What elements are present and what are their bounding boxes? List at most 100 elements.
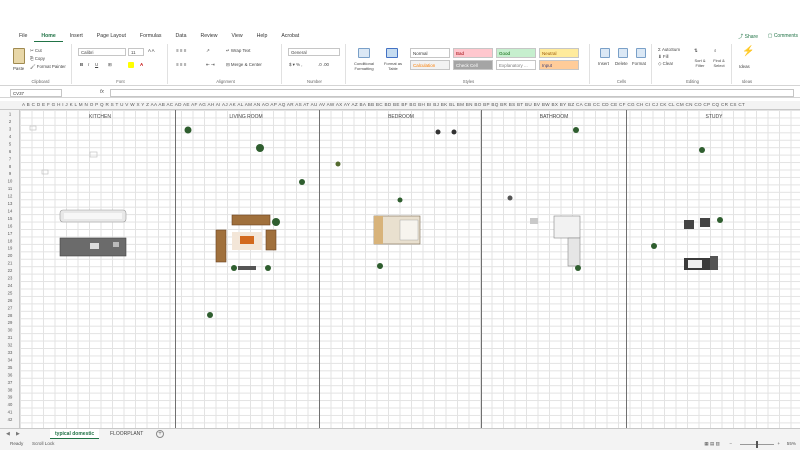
row-number[interactable]: 7 [9,156,12,161]
sort-filter-icon[interactable]: ⇅ [694,48,698,54]
row-number[interactable]: 25 [8,290,13,295]
borders-icon[interactable]: ⊞ [108,62,112,68]
zoom-out-icon[interactable]: − [729,441,732,446]
cell-style-neutral[interactable]: Neutral [539,48,579,58]
row-number[interactable]: 4 [9,134,12,139]
wrap-text-button[interactable]: ↵ Wrap Text [226,48,251,54]
row-number[interactable]: 18 [8,238,13,243]
row-number[interactable]: 9 [9,171,12,176]
tab-help[interactable]: Help [250,30,275,42]
row-number[interactable]: 34 [8,357,13,362]
row-number[interactable]: 30 [8,328,13,333]
kitchen-small-item[interactable] [29,125,98,175]
sort-filter-button[interactable]: Sort & Filter [692,58,708,68]
font-size-select[interactable]: 11 [128,48,144,56]
row-number[interactable]: 33 [8,350,13,355]
font-grow-icon[interactable]: A A [148,48,155,53]
row-number[interactable]: 14 [8,208,13,213]
sheet-next-icon[interactable]: ▶ [16,431,20,437]
align-top-icon[interactable]: ≡ ≡ ≡ [176,48,186,53]
number-format-select[interactable]: General [288,48,340,56]
cell-style-input[interactable]: Input [539,60,579,70]
tab-acrobat[interactable]: Acrobat [274,30,306,42]
align-left-icon[interactable]: ≡ ≡ ≡ [176,62,186,67]
cell-style-good[interactable]: Good [496,48,536,58]
cell-style-normal[interactable]: Normal [410,48,450,58]
row-number[interactable]: 29 [8,320,13,325]
add-sheet-icon[interactable]: + [156,430,164,438]
tab-formulas[interactable]: Formulas [133,30,169,42]
delete-cells-button[interactable]: Delete [615,61,628,66]
italic-icon[interactable]: I [88,62,89,67]
tab-data[interactable]: Data [169,30,194,42]
ideas-icon[interactable]: ⚡ [742,46,754,57]
delete-cells-icon[interactable] [618,48,628,58]
row-number[interactable]: 27 [8,305,13,310]
row-number[interactable]: 23 [8,276,13,281]
row-number[interactable]: 39 [8,395,13,400]
find-select-button[interactable]: Find & Select [710,58,728,68]
autosum-button[interactable]: Σ AutoSum [658,47,680,52]
paste-icon[interactable] [13,48,25,64]
row-number[interactable]: 37 [8,380,13,385]
bathroom-fixtures[interactable] [530,215,581,267]
sheet-prev-icon[interactable]: ◀ [6,431,10,437]
row-number[interactable]: 32 [8,343,13,348]
find-select-icon[interactable]: ⌕ [714,48,716,53]
row-number[interactable]: 10 [8,179,13,184]
row-number[interactable]: 20 [8,253,13,258]
zoom-slider-handle[interactable] [756,441,758,448]
plant-icon[interactable] [651,147,723,249]
column-headers[interactable]: A B C D E F G H I J K L M N O P Q R S T … [0,101,800,110]
sheet-tab-typical-domestic[interactable]: typical domestic [50,429,100,439]
insert-cells-button[interactable]: Insert [598,61,609,66]
share-button[interactable]: ⤴ Share [738,33,758,40]
font-color-icon[interactable]: A [140,62,143,67]
row-number[interactable]: 19 [8,246,13,251]
conditional-formatting-icon[interactable] [358,48,370,58]
row-number[interactable]: 13 [8,201,13,206]
row-number[interactable]: 38 [8,387,13,392]
row-number[interactable]: 28 [8,313,13,318]
row-number[interactable]: 6 [9,149,12,154]
row-number[interactable]: 1 [9,112,12,117]
underline-icon[interactable]: U [95,62,98,67]
tab-review[interactable]: Review [194,30,225,42]
row-number[interactable]: 2 [9,119,12,124]
row-number[interactable]: 16 [8,223,13,228]
currency-icon[interactable]: $ ▾ % , [289,62,302,68]
row-number[interactable]: 36 [8,372,13,377]
cell-style-calculation[interactable]: Calculation [410,60,450,70]
merge-center-button[interactable]: ⊟ Merge & Center [226,62,262,68]
format-cells-button[interactable]: Format [632,61,646,66]
worksheet-grid[interactable]: KITCHEN LIVING ROOM BEDROOM BATHROOM STU… [20,110,800,428]
name-box[interactable]: CV37 [10,89,62,97]
tab-file[interactable]: File [12,30,34,42]
copy-button[interactable]: ⎘ Copy [30,56,45,61]
row-number[interactable]: 42 [8,417,13,422]
zoom-level[interactable]: 55% [787,441,796,446]
zoom-in-icon[interactable]: + [777,441,780,446]
kitchen-counter[interactable] [59,209,127,223]
indent-icon[interactable]: ⇤ ⇥ [206,62,215,68]
format-painter-button[interactable]: 🖌 Format Painter [30,64,66,70]
fill-button[interactable]: ⬇ Fill [658,54,669,60]
row-number[interactable]: 26 [8,298,13,303]
row-number[interactable]: 5 [9,141,12,146]
ideas-button[interactable]: Ideas [739,64,750,69]
fill-color-icon[interactable] [128,62,134,68]
formula-input[interactable] [110,89,794,97]
cell-style-check-cell[interactable]: Check Cell [453,60,493,70]
row-number[interactable]: 8 [9,164,12,169]
row-number[interactable]: 41 [8,410,13,415]
cell-style-bad[interactable]: Bad [453,48,493,58]
view-mode-icon[interactable]: ▦ ▤ ▥ [704,441,720,447]
conditional-formatting-button[interactable]: Conditional Formatting [350,61,378,71]
cell-style-explanatory[interactable]: Explanatory ... [496,60,536,70]
tab-page-layout[interactable]: Page Layout [90,30,133,42]
row-number[interactable]: 35 [8,365,13,370]
living-room-tv-stand[interactable] [238,266,256,270]
decimal-icon[interactable]: .0 .00 [318,62,329,67]
row-number[interactable]: 11 [8,186,13,191]
tab-view[interactable]: View [225,30,250,42]
